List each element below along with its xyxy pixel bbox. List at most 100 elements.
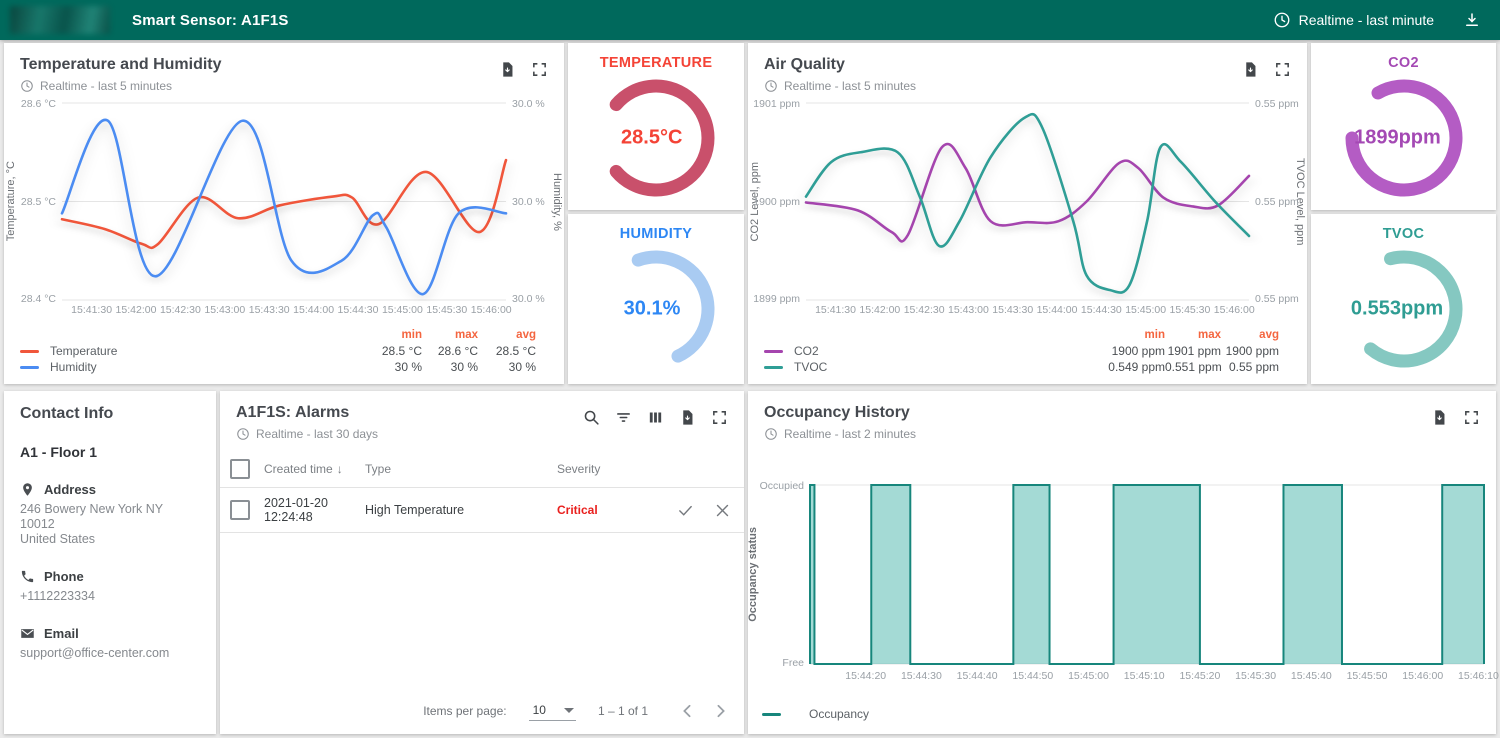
x-tick-label: 15:45:00 — [382, 304, 423, 316]
axis-tick: 28.5 °C — [21, 196, 56, 208]
email-label: Email — [44, 626, 79, 641]
legend-row[interactable]: CO2 1900 ppm 1901 ppm 1900 ppm — [764, 343, 1279, 359]
axis-tick: 0.55 ppm — [1255, 98, 1299, 110]
legend-row[interactable]: Occupancy — [762, 707, 1496, 721]
axis-tick: 28.6 °C — [21, 98, 56, 110]
severity-header[interactable]: Severity — [557, 462, 677, 476]
x-tick-label: 15:44:20 — [845, 670, 886, 682]
alarm-row[interactable]: 2021-01-20 12:24:48 High Temperature Cri… — [220, 488, 744, 533]
stats-avg-header: avg — [1221, 329, 1279, 341]
legend-row[interactable]: Temperature 28.5 °C 28.6 °C 28.5 °C — [20, 343, 536, 359]
chevron-left-icon — [682, 704, 692, 718]
search-button[interactable] — [578, 404, 604, 430]
co2-gauge-card: CO2 1899ppm — [1311, 43, 1496, 210]
temperature-humidity-chart — [62, 103, 506, 300]
x-tick-label: 15:45:00 — [1068, 670, 1109, 682]
air-quality-panel: Air Quality Realtime - last 5 minutes CO… — [748, 43, 1307, 384]
axis-tick: 30.0 % — [512, 293, 545, 305]
envelope-icon — [20, 626, 35, 641]
download-icon — [1463, 11, 1481, 29]
axis-tick: 1900 ppm — [753, 196, 800, 208]
filter-button[interactable] — [610, 404, 636, 430]
export-icon — [679, 409, 696, 426]
timewindow-button[interactable]: Realtime - last minute — [1273, 11, 1434, 29]
humidity-gauge-card: HUMIDITY 30.1% — [568, 214, 744, 384]
series-stats: min max avg Temperature 28.5 °C 28.6 °C … — [20, 327, 536, 375]
axis-tick: Occupied — [760, 480, 804, 492]
export-button[interactable] — [1237, 56, 1263, 82]
x-tick-label: 15:44:30 — [338, 304, 379, 316]
fullscreen-button[interactable] — [706, 404, 732, 430]
fullscreen-button[interactable] — [1269, 56, 1295, 82]
legend-row[interactable]: Humidity 30 % 30 % 30 % — [20, 359, 536, 375]
tvoc-gauge-card: TVOC 0.553ppm — [1311, 214, 1496, 384]
select-all-checkbox[interactable] — [230, 459, 250, 479]
chevron-down-icon — [564, 708, 574, 713]
left-axis-title: Temperature, °C — [5, 161, 17, 241]
series-swatch — [20, 350, 39, 353]
axis-tick: Free — [782, 657, 804, 669]
x-tick-label: 15:44:40 — [957, 670, 998, 682]
x-tick-label: 15:45:00 — [1125, 304, 1166, 316]
x-tick-label: 15:44:00 — [1037, 304, 1078, 316]
x-tick-label: 15:45:30 — [426, 304, 467, 316]
occupancy-chart — [810, 485, 1484, 664]
gauge-value: 1899ppm — [1354, 127, 1441, 150]
row-checkbox[interactable] — [230, 500, 250, 520]
x-tick-label: 15:44:00 — [293, 304, 334, 316]
address-line2: United States — [20, 532, 200, 547]
series-swatch — [762, 713, 781, 716]
right-axis-title: Humidity, % — [551, 173, 563, 231]
fullscreen-icon — [711, 409, 728, 426]
clear-icon[interactable] — [714, 502, 731, 519]
alarms-panel: A1F1S: Alarms Realtime - last 30 days Cr… — [220, 391, 744, 734]
x-tick-label: 15:45:30 — [1169, 304, 1210, 316]
gauge-value: 30.1% — [624, 298, 681, 321]
clock-icon — [764, 427, 778, 441]
app-header: Smart Sensor: A1F1S Realtime - last minu… — [0, 0, 1500, 40]
table-pagination: Items per page: 10 1 – 1 of 1 — [220, 688, 744, 734]
export-button[interactable] — [674, 404, 700, 430]
fullscreen-button[interactable] — [526, 56, 552, 82]
axis-tick: 0.55 ppm — [1255, 196, 1299, 208]
created-time-header[interactable]: Created time ↓ — [264, 462, 365, 476]
x-tick-label: 15:43:30 — [249, 304, 290, 316]
series-swatch — [20, 366, 39, 369]
axis-tick: 1899 ppm — [753, 293, 800, 305]
download-button[interactable] — [1460, 8, 1484, 32]
app-logo[interactable] — [10, 6, 110, 34]
panel-title: A1F1S: Alarms — [236, 404, 572, 422]
items-per-page-label: Items per page: — [423, 704, 506, 718]
sort-desc-icon: ↓ — [337, 462, 343, 476]
clock-icon — [1273, 11, 1291, 29]
gauge-title: HUMIDITY — [620, 226, 692, 242]
x-tick-label: 15:45:10 — [1124, 670, 1165, 682]
panel-title: Temperature and Humidity — [20, 56, 488, 74]
x-tick-label: 15:43:30 — [992, 304, 1033, 316]
stats-max-header: max — [1165, 329, 1221, 341]
x-tick-label: 15:44:30 — [1081, 304, 1122, 316]
filter-icon — [615, 409, 632, 426]
x-tick-label: 15:45:50 — [1347, 670, 1388, 682]
x-tick-label: 15:46:00 — [471, 304, 512, 316]
panel-timewindow: Realtime - last 5 minutes — [40, 79, 172, 93]
type-header[interactable]: Type — [365, 462, 557, 476]
legend-row[interactable]: TVOC 0.549 ppm 0.551 ppm 0.55 ppm — [764, 359, 1279, 375]
next-page-button[interactable] — [704, 694, 738, 728]
clock-icon — [20, 79, 34, 93]
address-line1: 246 Bowery New York NY 10012 — [20, 502, 200, 532]
address-label: Address — [44, 482, 96, 497]
x-axis-ticks: 15:41:3015:42:0015:42:3015:43:0015:43:30… — [62, 304, 506, 319]
export-button[interactable] — [494, 56, 520, 82]
fullscreen-button[interactable] — [1458, 404, 1484, 430]
previous-page-button[interactable] — [670, 694, 704, 728]
items-per-page-select[interactable]: 10 — [529, 701, 576, 721]
panel-title: Contact Info — [20, 391, 200, 423]
fullscreen-icon — [1274, 61, 1291, 78]
x-tick-label: 15:42:00 — [116, 304, 157, 316]
export-button[interactable] — [1426, 404, 1452, 430]
gauge-value: 28.5°C — [621, 127, 682, 150]
gauge-title: TEMPERATURE — [600, 55, 713, 71]
columns-button[interactable] — [642, 404, 668, 430]
acknowledge-icon[interactable] — [677, 502, 694, 519]
